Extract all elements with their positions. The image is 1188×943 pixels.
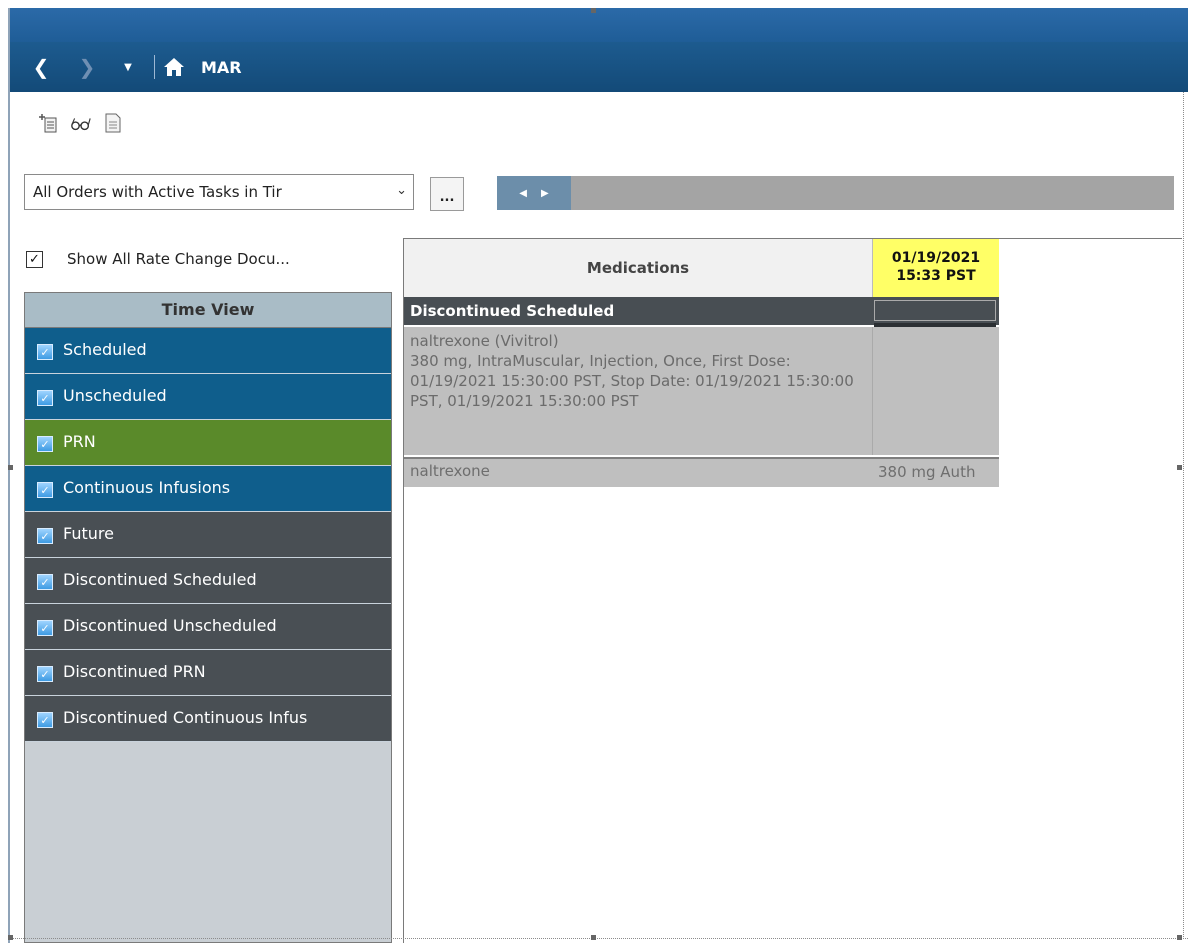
mar-grid: Medications 01/19/2021 15:33 PST Discont…: [403, 238, 1182, 943]
time-view-item-discontinued-unscheduled[interactable]: ✓ Discontinued Unscheduled: [25, 604, 391, 650]
time-view-item-label: Scheduled: [63, 340, 147, 359]
time-view-item-label: Discontinued PRN: [63, 662, 206, 681]
task-name: naltrexone: [410, 462, 490, 480]
group-row-cell: [874, 300, 996, 321]
time-view-item-scheduled[interactable]: ✓ Scheduled: [25, 328, 391, 374]
time-view-item-discontinued-continuous-infusions[interactable]: ✓ Discontinued Continuous Infus: [25, 696, 391, 742]
add-document-icon[interactable]: [38, 112, 60, 134]
checkbox[interactable]: ✓: [37, 712, 53, 728]
chevron-left-icon[interactable]: ❮: [30, 55, 52, 79]
time-view-item-label: Discontinued Scheduled: [63, 570, 257, 589]
resize-grip-right[interactable]: [1177, 465, 1182, 470]
time-view-item-label: Discontinued Unscheduled: [63, 616, 277, 635]
date-header-time: 15:33 PST: [896, 268, 976, 284]
column-divider: [872, 327, 873, 455]
filter-options-button[interactable]: ...: [430, 177, 464, 211]
time-view-item-label: Future: [63, 524, 114, 543]
time-view-item-discontinued-scheduled[interactable]: ✓ Discontinued Scheduled: [25, 558, 391, 604]
order-row[interactable]: naltrexone (Vivitrol) 380 mg, IntraMuscu…: [404, 327, 999, 455]
order-name: naltrexone (Vivitrol): [410, 332, 559, 350]
task-value[interactable]: 380 mg Auth: [878, 463, 996, 481]
navigation-bar: ❮ ❯ ▼ MAR: [10, 42, 1188, 92]
time-view-item-label: Unscheduled: [63, 386, 167, 405]
time-view-item-unscheduled[interactable]: ✓ Unscheduled: [25, 374, 391, 420]
order-details: 380 mg, IntraMuscular, Injection, Once, …: [410, 352, 854, 410]
triangle-left-icon[interactable]: ◀: [519, 188, 527, 199]
order-filter-value: All Orders with Active Tasks in Tir: [33, 183, 282, 201]
date-header-date: 01/19/2021: [891, 250, 981, 266]
time-view-item-prn[interactable]: ✓ PRN: [25, 420, 391, 466]
chevron-right-icon[interactable]: ❯: [76, 55, 98, 79]
order-filter-select[interactable]: All Orders with Active Tasks in Tir ⌄: [24, 174, 414, 210]
task-row[interactable]: naltrexone 380 mg Auth: [404, 457, 999, 487]
time-view-header: Time View: [25, 293, 391, 328]
time-view-item-discontinued-prn[interactable]: ✓ Discontinued PRN: [25, 650, 391, 696]
show-all-rate-change-checkbox[interactable]: ✓: [26, 250, 43, 268]
page-title: MAR: [201, 57, 242, 77]
date-column-header[interactable]: 01/19/2021 15:33 PST: [873, 239, 999, 297]
time-scroll-bar[interactable]: ◀ ▶: [497, 176, 1174, 210]
checkbox[interactable]: ✓: [37, 528, 53, 544]
checkbox[interactable]: ✓: [37, 574, 53, 590]
time-view-item-label: PRN: [63, 432, 96, 451]
toolbar: [38, 112, 124, 134]
resize-grip-bottom-right[interactable]: [1177, 935, 1182, 940]
resize-grip-top[interactable]: [591, 8, 596, 13]
glasses-icon[interactable]: [70, 112, 92, 134]
nav-divider: [154, 55, 155, 79]
checkbox[interactable]: ✓: [37, 436, 53, 452]
order-description: naltrexone (Vivitrol) 380 mg, IntraMuscu…: [410, 331, 865, 411]
checkbox[interactable]: ✓: [37, 666, 53, 682]
time-view-item-future[interactable]: ✓ Future: [25, 512, 391, 558]
caret-down-icon[interactable]: ▼: [120, 62, 136, 73]
checkbox[interactable]: ✓: [37, 620, 53, 636]
triangle-right-icon[interactable]: ▶: [541, 188, 549, 199]
resize-grip-bottom-left[interactable]: [8, 935, 13, 940]
chevron-down-icon: ⌄: [396, 183, 407, 198]
checkbox[interactable]: ✓: [37, 482, 53, 498]
show-all-rate-change-row: ✓ Show All Rate Change Docu...: [26, 250, 290, 268]
checkbox[interactable]: ✓: [37, 344, 53, 360]
window-left-border: [8, 8, 10, 943]
time-view-panel: Time View ✓ Scheduled ✓ Unscheduled ✓ PR…: [24, 292, 392, 943]
resize-grip-left[interactable]: [8, 465, 13, 470]
medications-column-header[interactable]: Medications: [404, 239, 873, 297]
home-icon[interactable]: [161, 57, 187, 77]
show-all-rate-change-label: Show All Rate Change Docu...: [67, 250, 290, 268]
resize-grip-bottom[interactable]: [591, 935, 596, 940]
document-icon[interactable]: [102, 112, 124, 134]
window-title-bar: [10, 8, 1188, 42]
panel-right-border: [1183, 92, 1184, 939]
time-nav-buttons: ◀ ▶: [497, 176, 571, 210]
panel-bottom-border: [10, 938, 1188, 939]
time-view-item-label: Continuous Infusions: [63, 478, 231, 497]
time-view-item-label: Discontinued Continuous Infus: [63, 708, 308, 727]
checkbox[interactable]: ✓: [37, 390, 53, 406]
time-view-item-continuous-infusions[interactable]: ✓ Continuous Infusions: [25, 466, 391, 512]
